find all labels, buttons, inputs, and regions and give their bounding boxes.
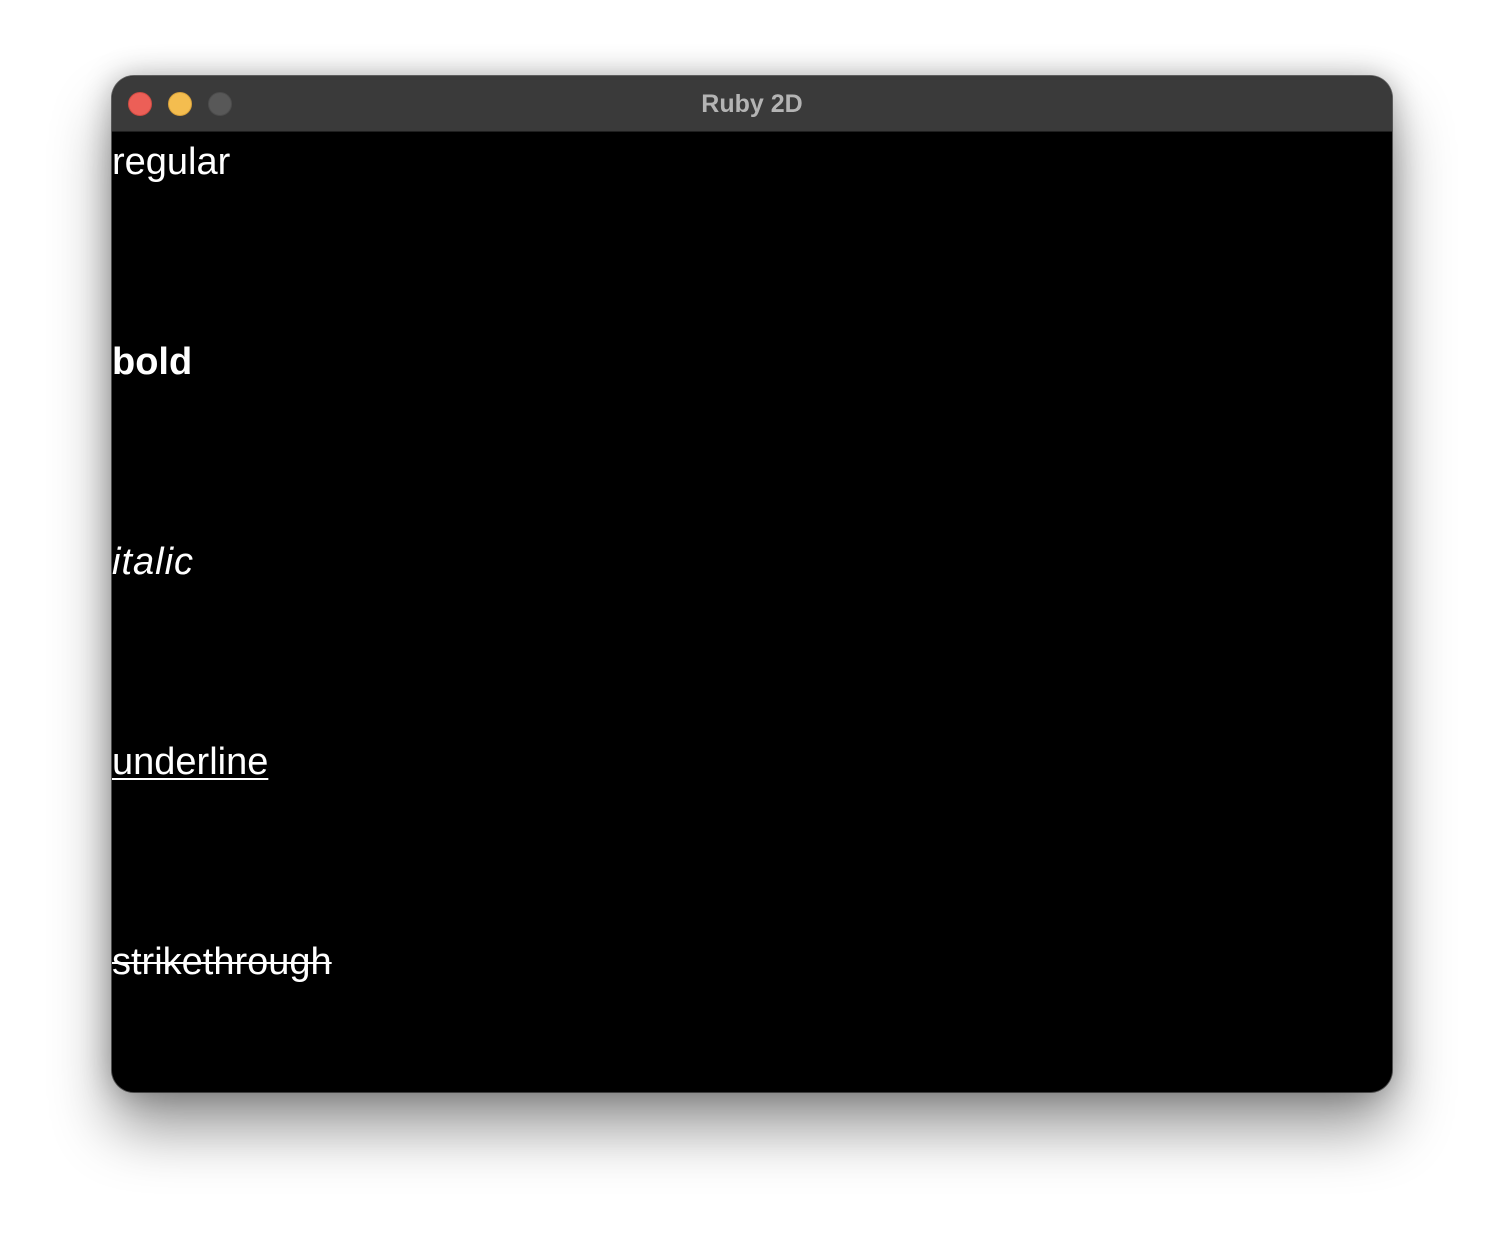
window-title: Ruby 2D: [701, 90, 803, 118]
underline-text: underline: [112, 741, 269, 783]
bold-text: bold: [112, 341, 193, 383]
strikethrough-text: strikethrough: [112, 941, 332, 983]
italic-text: italic: [112, 541, 195, 583]
app-window: Ruby 2D regular bold italic underline st…: [112, 76, 1392, 1092]
render-canvas[interactable]: regular bold italic underline strikethro…: [112, 132, 1392, 1092]
regular-text: regular: [112, 141, 231, 183]
title-bar[interactable]: Ruby 2D: [112, 76, 1392, 132]
